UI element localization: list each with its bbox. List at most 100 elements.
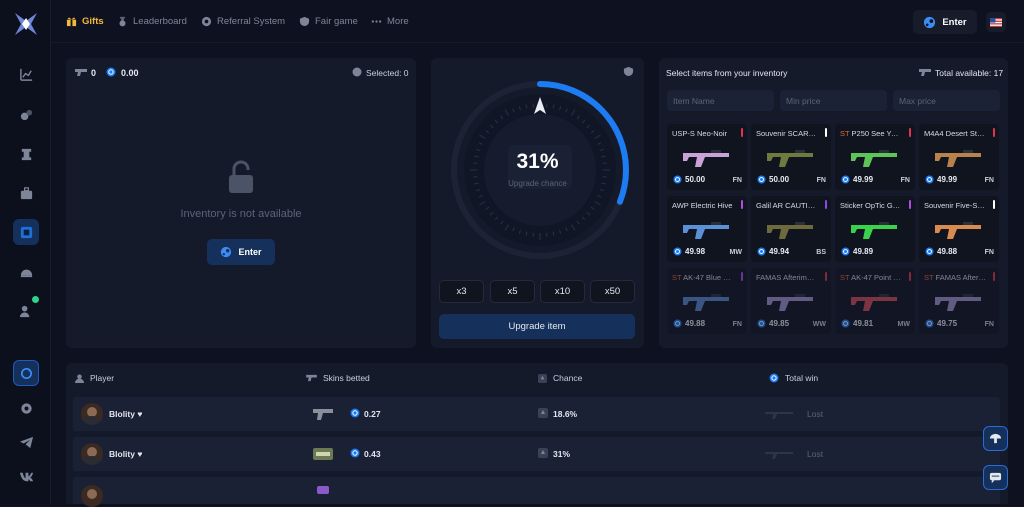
vk-icon[interactable] [13,463,39,489]
chat-button[interactable] [983,465,1008,490]
item-card[interactable]: Souvenir Five-SeveN49.88FN [919,196,999,262]
item-card[interactable]: FAMAS Afterimage49.85WW [751,268,831,334]
item-name: Galil AR CAUTION! [756,201,818,210]
rifle-icon [765,408,793,420]
item-card[interactable]: ST FAMAS Afterimage49.75FN [919,268,999,334]
player-name[interactable]: Blolity ♥ [109,449,142,459]
weapon-skin-icon [849,287,901,315]
language-flag-icon[interactable] [986,12,1006,32]
chance-icon [538,408,548,418]
enter-button[interactable]: Enter [207,239,275,265]
item-name-text: AWP Electric Hive [672,201,732,210]
nav-referral[interactable]: Referral System [201,0,285,43]
sidebar-upgrade-icon[interactable] [13,219,39,245]
enter-button-top[interactable]: Enter [913,10,977,34]
item-card[interactable]: Sticker OpTic Gaming49.89 [835,196,915,262]
upgrade-item-button[interactable]: Upgrade item [439,314,635,339]
multiplier-x5[interactable]: x5 [490,280,535,303]
item-name: M4A4 Desert Strike [924,129,986,138]
item-name-text: Souvenir SCAR-20 Enforcer [756,129,818,138]
rarity-bar [993,128,995,137]
item-card[interactable]: M4A4 Desert Strike49.99FN [919,124,999,190]
sidebar-case-icon[interactable] [13,180,39,206]
item-price: 49.98 [685,247,705,256]
item-price: 49.88 [937,247,957,256]
pistol-icon [919,68,931,77]
weapon-skin-icon [765,143,817,171]
item-card[interactable]: ST AK-47 Blue Laminate 49.88 FN [667,268,747,334]
rarity-bar [741,128,743,137]
multiplier-x50[interactable]: x50 [590,280,635,303]
coin-icon [673,319,682,328]
avatar[interactable] [81,403,103,425]
coin-icon [757,319,766,328]
sidebar-refresh-icon[interactable] [13,360,39,386]
weapon-skin-icon [933,143,985,171]
avatar[interactable] [81,443,103,465]
steam-icon [220,246,232,258]
sidebar-chart-icon[interactable] [13,61,39,87]
nav-fair-game[interactable]: Fair game [299,0,358,43]
coin-icon [757,247,766,256]
item-card[interactable]: ST AK-47 Point Disarray49.81MW [835,268,915,334]
padlock-icon [226,160,256,194]
item-name: USP-S Neo-Noir [672,129,734,138]
coin-icon [757,175,766,184]
selected-icon [352,67,362,77]
item-price: 50.00 [685,175,705,184]
stattrak-badge: ST [672,273,681,282]
item-name-text: P250 See Ya Later [852,129,902,138]
item-name-filter[interactable]: Item Name [667,90,774,111]
multiplier-x10[interactable]: x10 [540,280,585,303]
item-name-text: USP-S Neo-Noir [672,129,727,138]
item-card[interactable]: Galil AR CAUTION!49.94BS [751,196,831,262]
inventory-count: 0 [91,68,96,78]
gear-icon[interactable] [13,395,39,421]
fair-shield-icon[interactable] [623,66,634,77]
bet-amount: 0.27 [364,409,381,419]
dots-icon [371,16,382,27]
weapon-skin-icon [849,143,901,171]
coin-icon [925,175,934,184]
coin-icon [925,247,934,256]
sidebar-helmet-icon[interactable] [13,258,39,284]
coin-icon [673,247,682,256]
gift-drop-button[interactable] [983,426,1008,451]
item-price: 49.89 [853,247,873,256]
table-row: Blolity ♥ 0.27 18.6% Lost [73,397,1000,431]
weapon-skin-icon [849,215,901,243]
item-exterior: FN [733,177,742,184]
weapon-skin-icon [681,215,733,243]
coin-icon [350,408,360,418]
user-inventory-panel: 0 0.00 Selected: 0 Inventory is not avai… [66,58,416,348]
user-icon [75,374,84,383]
nav-leaderboard[interactable]: Leaderboard [117,0,187,43]
item-card[interactable]: ST P250 See Ya Later49.99FN [835,124,915,190]
item-card[interactable]: USP-S Neo-Noir 50.00 FN [667,124,747,190]
header-player: Player [75,373,114,383]
rifle-icon [765,448,793,460]
multiplier-x3[interactable]: x3 [439,280,484,303]
logo-icon[interactable] [13,11,39,37]
item-exterior: FN [733,321,742,328]
player-name[interactable]: Blolity ♥ [109,409,142,419]
item-price: 49.88 [685,319,705,328]
item-card[interactable]: Souvenir SCAR-20 Enforcer50.00FN [751,124,831,190]
sidebar-tower-icon[interactable] [13,141,39,167]
item-name: ST AK-47 Blue Laminate [672,273,734,282]
min-price-filter[interactable]: Min price [780,90,887,111]
result-status: Lost [807,449,823,459]
item-card[interactable]: AWP Electric Hive49.98MW [667,196,747,262]
coin-icon [841,175,850,184]
rarity-bar [825,200,827,209]
telegram-icon[interactable] [13,429,39,455]
stattrak-badge: ST [924,273,933,282]
item-exterior: WW [813,321,826,328]
sidebar-coins-icon[interactable] [13,101,39,127]
nav-gifts[interactable]: Gifts [66,0,104,43]
item-name-text: AK-47 Blue Laminate [683,273,734,282]
nav-more[interactable]: More [371,0,409,43]
item-name: FAMAS Afterimage [756,273,818,282]
max-price-filter[interactable]: Max price [893,90,1000,111]
item-name: ST AK-47 Point Disarray [840,273,902,282]
